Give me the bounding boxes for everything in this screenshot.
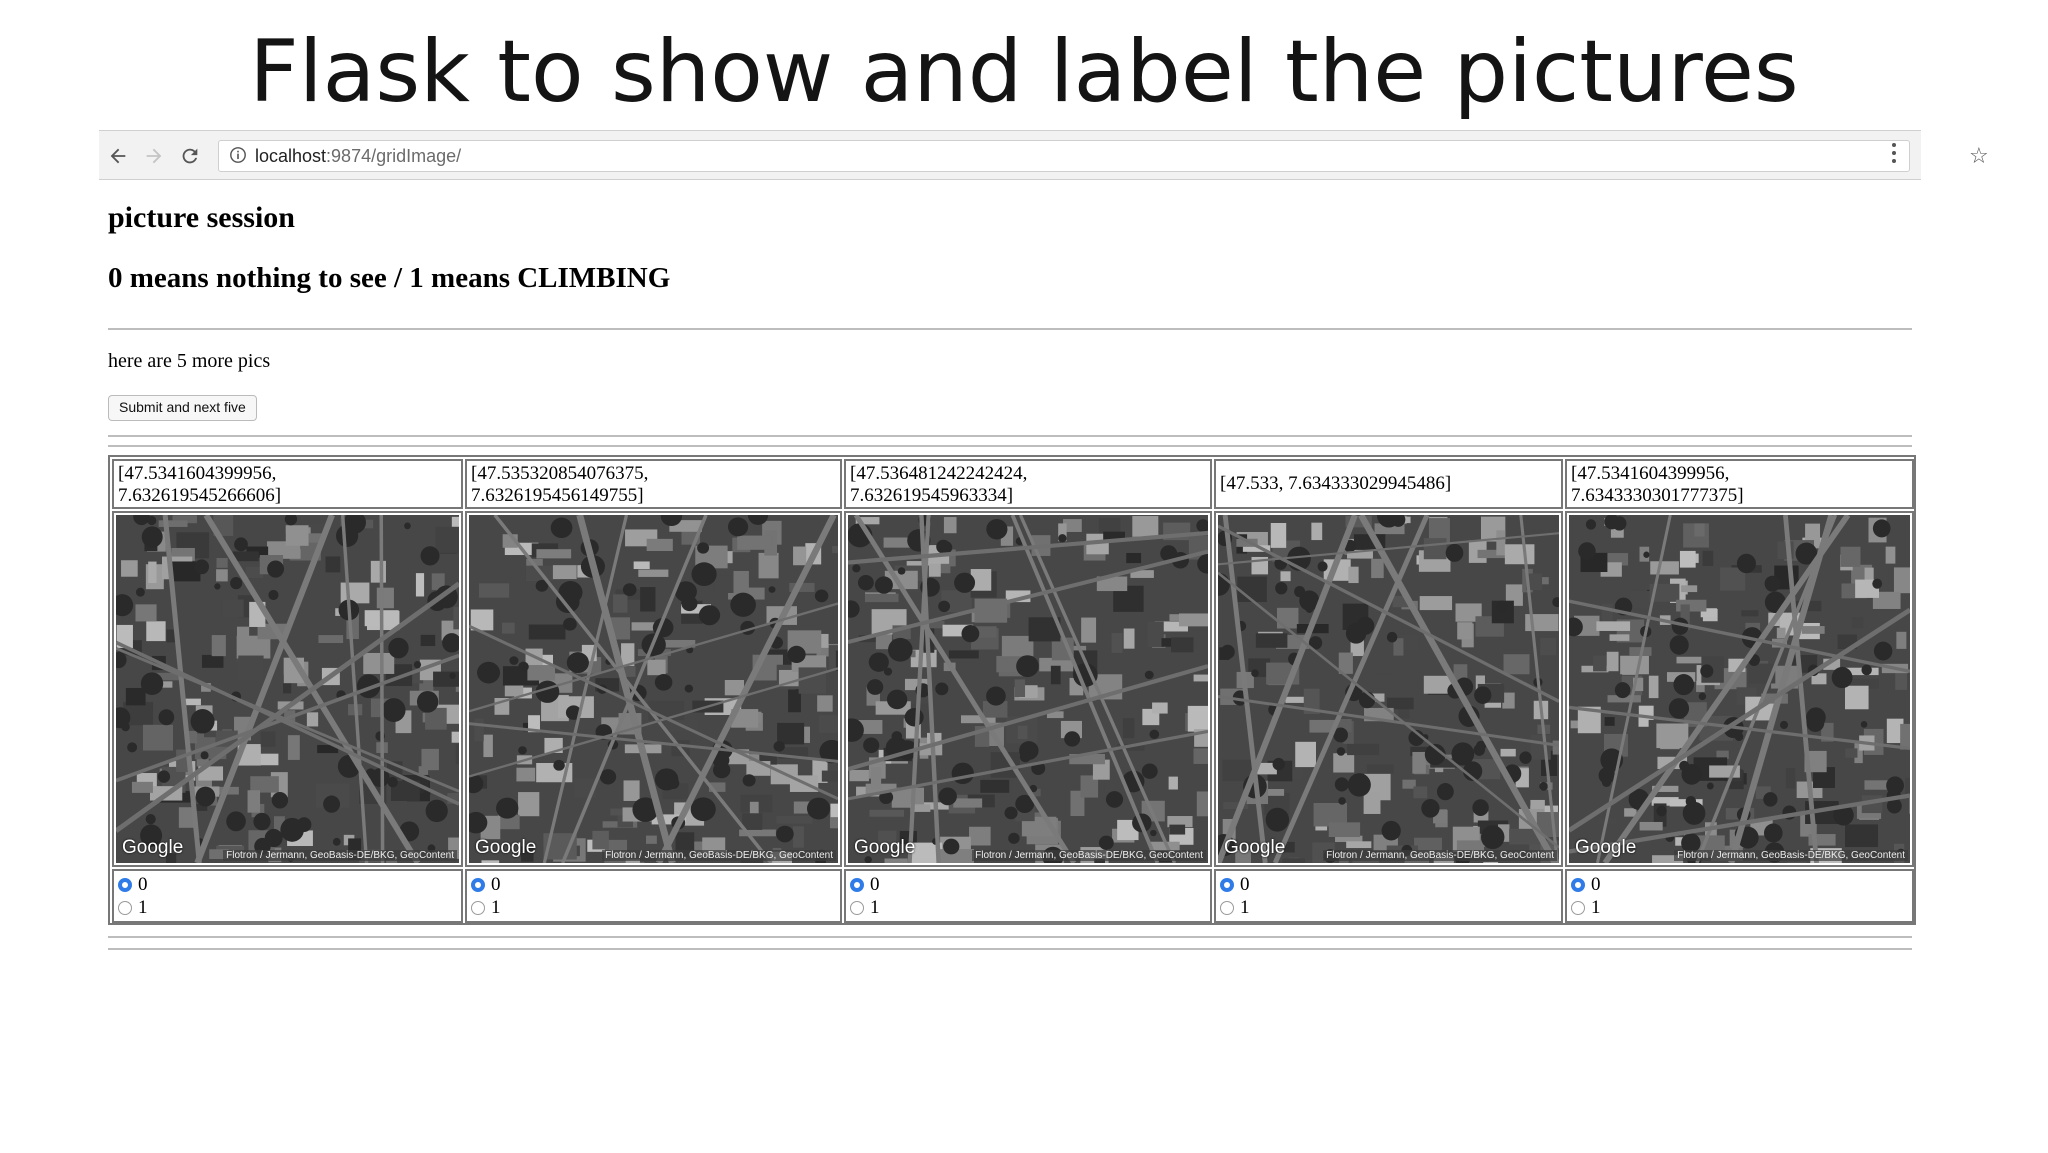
radio-button[interactable] bbox=[850, 901, 864, 915]
coordinate-label: [47.533, 7.634333029945486] bbox=[1216, 461, 1561, 495]
intro-text: here are 5 more pics bbox=[108, 350, 270, 373]
radio-cell: 01 bbox=[1214, 869, 1563, 923]
radio-button[interactable] bbox=[118, 878, 132, 892]
radio-label: 0 bbox=[1240, 874, 1250, 896]
url-text: localhost:9874/gridImage/ bbox=[255, 146, 461, 167]
radio-option[interactable]: 1 bbox=[1567, 896, 1912, 919]
divider bbox=[108, 936, 1912, 938]
radio-label: 0 bbox=[491, 874, 501, 896]
radio-label: 1 bbox=[1240, 897, 1250, 919]
radio-option[interactable]: 1 bbox=[114, 896, 461, 919]
map-attribution: Flotron / Jermann, GeoBasis-DE/BKG, GeoC… bbox=[1674, 850, 1908, 861]
radio-label: 1 bbox=[491, 897, 501, 919]
info-icon[interactable] bbox=[229, 146, 247, 164]
radio-option[interactable]: 0 bbox=[1216, 873, 1561, 896]
radio-label: 1 bbox=[138, 897, 148, 919]
image-cell: Google Flotron / Jermann, GeoBasis-DE/BKG… bbox=[112, 511, 463, 867]
coordinate-line: 7.6326195456149755] bbox=[471, 485, 836, 507]
divider bbox=[108, 328, 1912, 330]
radio-option[interactable]: 0 bbox=[467, 873, 840, 896]
coordinate-label: [47.5341604399956,7.632619545266606] bbox=[114, 461, 461, 507]
forward-arrow-icon[interactable] bbox=[141, 143, 167, 169]
map-attribution: Flotron / Jermann, GeoBasis-DE/BKG, GeoC… bbox=[602, 850, 836, 861]
map-attribution: Flotron / Jermann, GeoBasis-DE/BKG, GeoC… bbox=[972, 850, 1206, 861]
radio-label: 1 bbox=[1591, 897, 1601, 919]
radio-button[interactable] bbox=[118, 901, 132, 915]
coordinate-line: 7.632619545266606] bbox=[118, 485, 457, 507]
image-cell: Google Flotron / Jermann, GeoBasis-DE/BKG… bbox=[1214, 511, 1563, 867]
coordinate-line: [47.5341604399956, bbox=[1571, 463, 1908, 485]
map-attribution: Flotron / Jermann, GeoBasis-DE/BKG, GeoC… bbox=[223, 850, 457, 861]
coordinate-line: [47.533, 7.634333029945486] bbox=[1220, 473, 1557, 495]
radio-button[interactable] bbox=[1571, 901, 1585, 915]
divider bbox=[108, 948, 1912, 950]
google-logo: Google bbox=[1575, 837, 1636, 859]
radio-cell: 01 bbox=[844, 869, 1212, 923]
pictures-table: [47.5341604399956,7.632619545266606]Goog… bbox=[108, 455, 1916, 925]
coordinate-cell: [47.5341604399956,7.6343330301777375] bbox=[1565, 459, 1914, 509]
back-arrow-icon[interactable] bbox=[105, 143, 131, 169]
page-heading: picture session bbox=[108, 201, 295, 235]
radio-button[interactable] bbox=[1571, 878, 1585, 892]
coordinate-line: [47.536481242242424, bbox=[850, 463, 1206, 485]
page-subheading: 0 means nothing to see / 1 means CLIMBIN… bbox=[108, 262, 670, 295]
submit-next-button[interactable]: Submit and next five bbox=[108, 395, 257, 421]
radio-button[interactable] bbox=[1220, 901, 1234, 915]
satellite-image: Google Flotron / Jermann, GeoBasis-DE/BKG… bbox=[1218, 515, 1559, 863]
radio-cell: 01 bbox=[1565, 869, 1914, 923]
radio-option[interactable]: 0 bbox=[1567, 873, 1912, 896]
divider bbox=[108, 435, 1912, 437]
browser-window: localhost:9874/gridImage/ ☆ picture sess… bbox=[99, 130, 1921, 1153]
radio-option[interactable]: 1 bbox=[467, 896, 840, 919]
coordinate-label: [47.5341604399956,7.6343330301777375] bbox=[1567, 461, 1912, 507]
google-logo: Google bbox=[854, 837, 915, 859]
coordinate-line: 7.6343330301777375] bbox=[1571, 485, 1908, 507]
browser-toolbar: localhost:9874/gridImage/ ☆ bbox=[99, 131, 1921, 180]
image-cell: Google Flotron / Jermann, GeoBasis-DE/BKG… bbox=[465, 511, 842, 867]
satellite-image: Google Flotron / Jermann, GeoBasis-DE/BKG… bbox=[848, 515, 1208, 863]
radio-button[interactable] bbox=[471, 901, 485, 915]
slide-title: Flask to show and label the pictures bbox=[0, 22, 2048, 122]
kebab-menu-icon[interactable] bbox=[1892, 143, 1898, 167]
satellite-image: Google Flotron / Jermann, GeoBasis-DE/BKG… bbox=[116, 515, 459, 863]
google-logo: Google bbox=[122, 837, 183, 859]
radio-button[interactable] bbox=[850, 878, 864, 892]
satellite-image: Google Flotron / Jermann, GeoBasis-DE/BKG… bbox=[1569, 515, 1910, 863]
radio-label: 1 bbox=[870, 897, 880, 919]
reload-icon[interactable] bbox=[177, 143, 203, 169]
satellite-image: Google Flotron / Jermann, GeoBasis-DE/BKG… bbox=[469, 515, 838, 863]
coordinate-label: [47.536481242242424,7.632619545963334] bbox=[846, 461, 1210, 507]
radio-option[interactable]: 0 bbox=[114, 873, 461, 896]
image-cell: Google Flotron / Jermann, GeoBasis-DE/BKG… bbox=[844, 511, 1212, 867]
coordinate-cell: [47.533, 7.634333029945486] bbox=[1214, 459, 1563, 509]
coordinate-label: [47.535320854076375,7.6326195456149755] bbox=[467, 461, 840, 507]
coordinate-cell: [47.535320854076375,7.6326195456149755] bbox=[465, 459, 842, 509]
url-host: localhost bbox=[255, 146, 326, 166]
radio-option[interactable]: 1 bbox=[1216, 896, 1561, 919]
url-path: :9874/gridImage/ bbox=[326, 146, 461, 166]
image-cell: Google Flotron / Jermann, GeoBasis-DE/BKG… bbox=[1565, 511, 1914, 867]
map-attribution: Flotron / Jermann, GeoBasis-DE/BKG, GeoC… bbox=[1323, 850, 1557, 861]
coordinate-cell: [47.5341604399956,7.632619545266606] bbox=[112, 459, 463, 509]
divider bbox=[108, 445, 1912, 447]
coordinate-line: 7.632619545963334] bbox=[850, 485, 1206, 507]
coordinate-line: [47.5341604399956, bbox=[118, 463, 457, 485]
star-icon[interactable]: ☆ bbox=[1969, 144, 1989, 169]
radio-cell: 01 bbox=[112, 869, 463, 923]
address-bar[interactable]: localhost:9874/gridImage/ ☆ bbox=[218, 140, 1910, 172]
radio-label: 0 bbox=[870, 874, 880, 896]
radio-button[interactable] bbox=[471, 878, 485, 892]
radio-option[interactable]: 1 bbox=[846, 896, 1210, 919]
google-logo: Google bbox=[475, 837, 536, 859]
coordinate-cell: [47.536481242242424,7.632619545963334] bbox=[844, 459, 1212, 509]
google-logo: Google bbox=[1224, 837, 1285, 859]
radio-option[interactable]: 0 bbox=[846, 873, 1210, 896]
radio-button[interactable] bbox=[1220, 878, 1234, 892]
radio-label: 0 bbox=[1591, 874, 1601, 896]
radio-cell: 01 bbox=[465, 869, 842, 923]
radio-label: 0 bbox=[138, 874, 148, 896]
coordinate-line: [47.535320854076375, bbox=[471, 463, 836, 485]
